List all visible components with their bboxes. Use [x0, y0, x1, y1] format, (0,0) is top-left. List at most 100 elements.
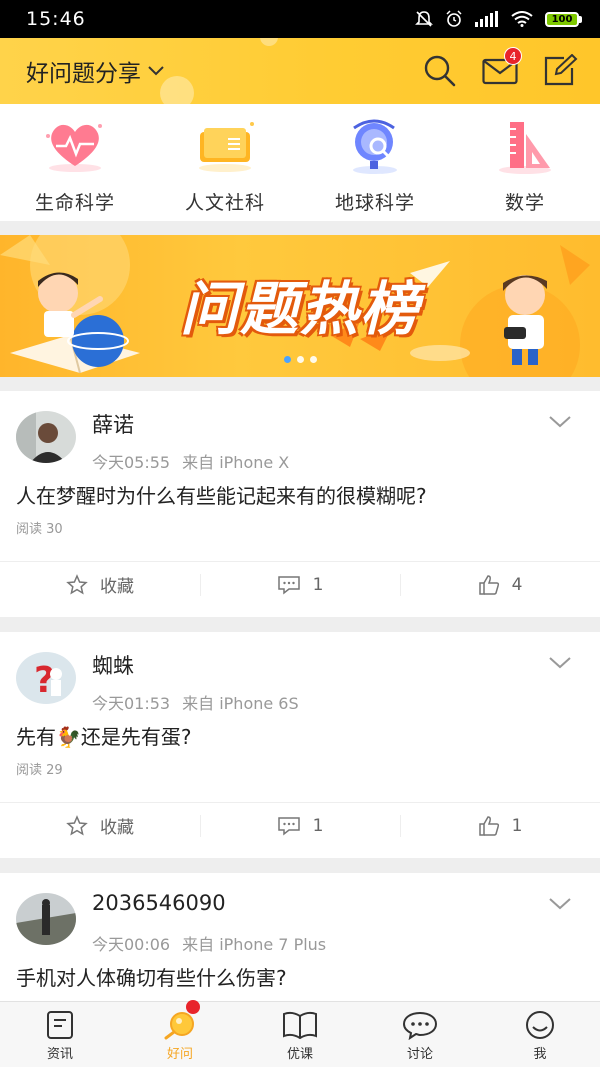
chat-bubble-icon: [402, 1011, 438, 1040]
category-math[interactable]: 数学: [450, 104, 600, 221]
category-label: 生命科学: [34, 192, 115, 214]
post-time: 今天05:55: [92, 453, 171, 472]
heart-icon: [40, 118, 110, 176]
thumbs-up-icon: [478, 815, 499, 836]
avatar[interactable]: [16, 893, 76, 945]
messages-button[interactable]: 4: [482, 47, 522, 89]
post-meta: 今天00:06 来自 iPhone 7 Plus: [92, 931, 326, 955]
globe-icon: [340, 118, 410, 176]
tab-label: 讨论: [406, 1047, 433, 1062]
banner-title: 问题热榜: [179, 275, 420, 343]
banner-pager: [284, 356, 317, 363]
like-count: 1: [511, 815, 523, 836]
chevron-down-icon[interactable]: [548, 897, 572, 911]
question-card[interactable]: ? 蜘蛛 今天01:53 来自 iPhone 6S 先有🐓还是先有蛋? 阅读 29…: [0, 632, 600, 858]
alarm-icon: [446, 10, 462, 27]
category-label: 人文社科: [184, 192, 265, 214]
category-humanities[interactable]: 人文社科: [150, 104, 300, 221]
comment-button[interactable]: 1: [200, 562, 400, 607]
mail-badge: 4: [504, 47, 522, 65]
mute-bell-icon: [415, 11, 433, 27]
avatar[interactable]: [16, 411, 76, 463]
post-time: 今天01:53: [92, 694, 171, 713]
post-source: 来自 iPhone X: [182, 453, 290, 472]
username[interactable]: 蜘蛛: [92, 650, 134, 680]
comment-count: 1: [312, 574, 324, 595]
notification-dot: [186, 1000, 200, 1014]
category-label: 地球科学: [334, 192, 415, 214]
pager-dot: [297, 356, 304, 363]
thumbs-up-icon: [478, 574, 499, 595]
like-count: 4: [511, 574, 523, 595]
star-icon: [66, 573, 88, 595]
post-time: 今天00:06: [92, 935, 171, 954]
tab-courses[interactable]: 优课: [240, 1002, 360, 1067]
ruler-triangle-icon: [490, 118, 560, 176]
question-text[interactable]: 先有🐓还是先有蛋?: [0, 720, 600, 754]
category-grid: 生命科学 人文社科 地球科学 数学: [0, 104, 600, 221]
favorite-label: 收藏: [100, 577, 134, 597]
chevron-down-icon[interactable]: [548, 415, 572, 429]
favorite-button[interactable]: 收藏: [0, 562, 200, 607]
news-icon: [47, 1011, 73, 1039]
comment-icon: [277, 575, 300, 595]
category-earth-science[interactable]: 地球科学: [300, 104, 450, 221]
status-icons: 100: [415, 10, 582, 28]
status-time: 15:46: [26, 8, 86, 30]
app-screen: 15:46 100 好问题分享 4 生命科学 人文社科 地球科学 数学 问题热榜…: [0, 0, 600, 1067]
top-header: 好问题分享 4: [0, 38, 600, 104]
book-icon: [190, 118, 260, 176]
category-label: 数学: [504, 192, 545, 214]
like-button[interactable]: 1: [400, 803, 600, 848]
wifi-icon: [511, 11, 533, 27]
favorite-button[interactable]: 收藏: [0, 803, 200, 848]
avatar[interactable]: ?: [16, 652, 76, 704]
search-icon: [424, 55, 456, 87]
pager-dot: [310, 356, 317, 363]
like-button[interactable]: 4: [400, 562, 600, 607]
username[interactable]: 薛诺: [92, 409, 134, 439]
category-life-science[interactable]: 生命科学: [0, 104, 150, 221]
post-source: 来自 iPhone 6S: [182, 694, 299, 713]
header-actions: 4: [422, 47, 578, 89]
tab-label: 好问: [166, 1047, 193, 1062]
tab-me[interactable]: 我: [480, 1002, 600, 1067]
post-source: 来自 iPhone 7 Plus: [182, 935, 327, 954]
battery-level: 100: [547, 13, 577, 25]
comment-icon: [277, 816, 300, 836]
status-bar: 15:46 100: [0, 0, 600, 38]
channel-selector[interactable]: 好问题分享: [26, 54, 165, 88]
read-count: 阅读 29: [16, 763, 63, 778]
ask-icon: [164, 1012, 194, 1040]
username[interactable]: 2036546090: [92, 891, 226, 915]
comment-button[interactable]: 1: [200, 803, 400, 848]
star-icon: [66, 814, 88, 836]
favorite-label: 收藏: [100, 818, 134, 838]
post-meta: 今天01:53 来自 iPhone 6S: [92, 690, 299, 714]
post-meta: 今天05:55 来自 iPhone X: [92, 449, 289, 473]
compose-icon: [544, 54, 578, 86]
pager-dot: [284, 356, 291, 363]
question-card[interactable]: 2036546090 今天00:06 来自 iPhone 7 Plus 手机对人体…: [0, 873, 600, 1001]
tab-ask[interactable]: 好问: [120, 1000, 240, 1067]
question-card[interactable]: 薛诺 今天05:55 来自 iPhone X 人在梦醒时为什么有些能记起来有的很模…: [0, 391, 600, 617]
tab-label: 优课: [286, 1047, 313, 1062]
compose-button[interactable]: [542, 53, 578, 89]
page-title: 好问题分享: [26, 61, 141, 87]
question-text[interactable]: 手机对人体确切有些什么伤害?: [0, 961, 600, 995]
tab-label: 资讯: [46, 1047, 73, 1062]
question-text[interactable]: 人在梦醒时为什么有些能记起来有的很模糊呢?: [0, 479, 600, 513]
chevron-down-icon[interactable]: [548, 656, 572, 670]
post-actions: 收藏 1 4: [0, 561, 600, 607]
signal-icon: [475, 11, 498, 27]
tab-label: 我: [533, 1047, 547, 1062]
bottom-tab-bar: 资讯 好问 优课 讨论 我: [0, 1000, 600, 1067]
smiley-icon: [526, 1011, 554, 1039]
battery-icon: 100: [545, 11, 582, 27]
read-count: 阅读 30: [16, 522, 63, 537]
search-button[interactable]: [422, 53, 458, 89]
tab-news[interactable]: 资讯: [0, 1002, 120, 1067]
comment-count: 1: [312, 815, 324, 836]
tab-discuss[interactable]: 讨论: [360, 1002, 480, 1067]
post-actions: 收藏 1 1: [0, 802, 600, 848]
